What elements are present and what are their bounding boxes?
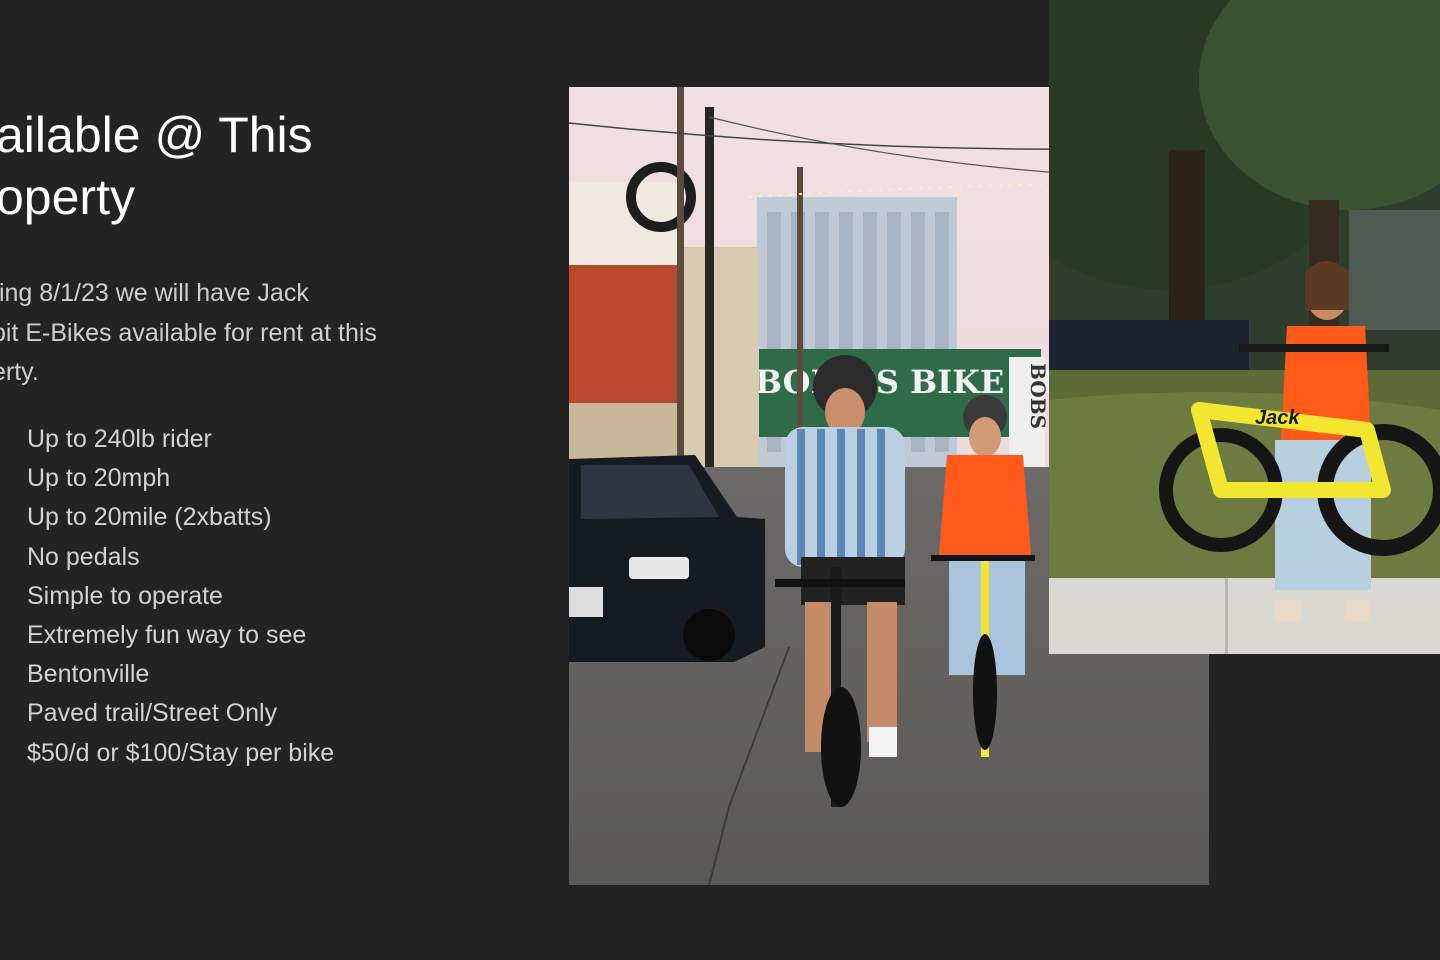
feature-item: Extremely fun way to see (27, 621, 307, 650)
bike-logo-text: Jack (1255, 407, 1300, 429)
feature-item: $50/d or $100/Stay per bike (27, 738, 335, 767)
intro-line-3: erty. (0, 358, 39, 386)
feature-list: Up to 240lb rider Up to 20mph Up to 20mi… (27, 420, 334, 773)
feature-item: Up to 20mph (27, 464, 171, 493)
shop-sign-side-text: BOBS (1026, 363, 1050, 429)
slide-title-line-2: operty (0, 169, 135, 225)
feature-item: Paved trail/Street Only (27, 699, 278, 728)
feature-item: Simple to operate (27, 581, 223, 610)
intro-paragraph: ting 8/1/23 we will have Jack bit E-Bike… (0, 274, 377, 393)
feature-item: Up to 20mile (2xbatts) (27, 503, 272, 532)
slide-title-line-1: ailable @ This (0, 107, 313, 163)
woman-with-bike-photo: Jack (1049, 0, 1440, 654)
feature-item: No pedals (27, 542, 140, 571)
slide: ailable @ This operty ting 8/1/23 we wil… (0, 0, 1440, 960)
feature-item: Bentonville (27, 660, 150, 689)
intro-line-2: bit E-Bikes available for rent at this (0, 318, 377, 347)
intro-line-1: ting 8/1/23 we will have Jack (0, 279, 309, 307)
slide-title: ailable @ This operty (0, 104, 313, 228)
feature-item: Up to 240lb rider (27, 425, 212, 453)
